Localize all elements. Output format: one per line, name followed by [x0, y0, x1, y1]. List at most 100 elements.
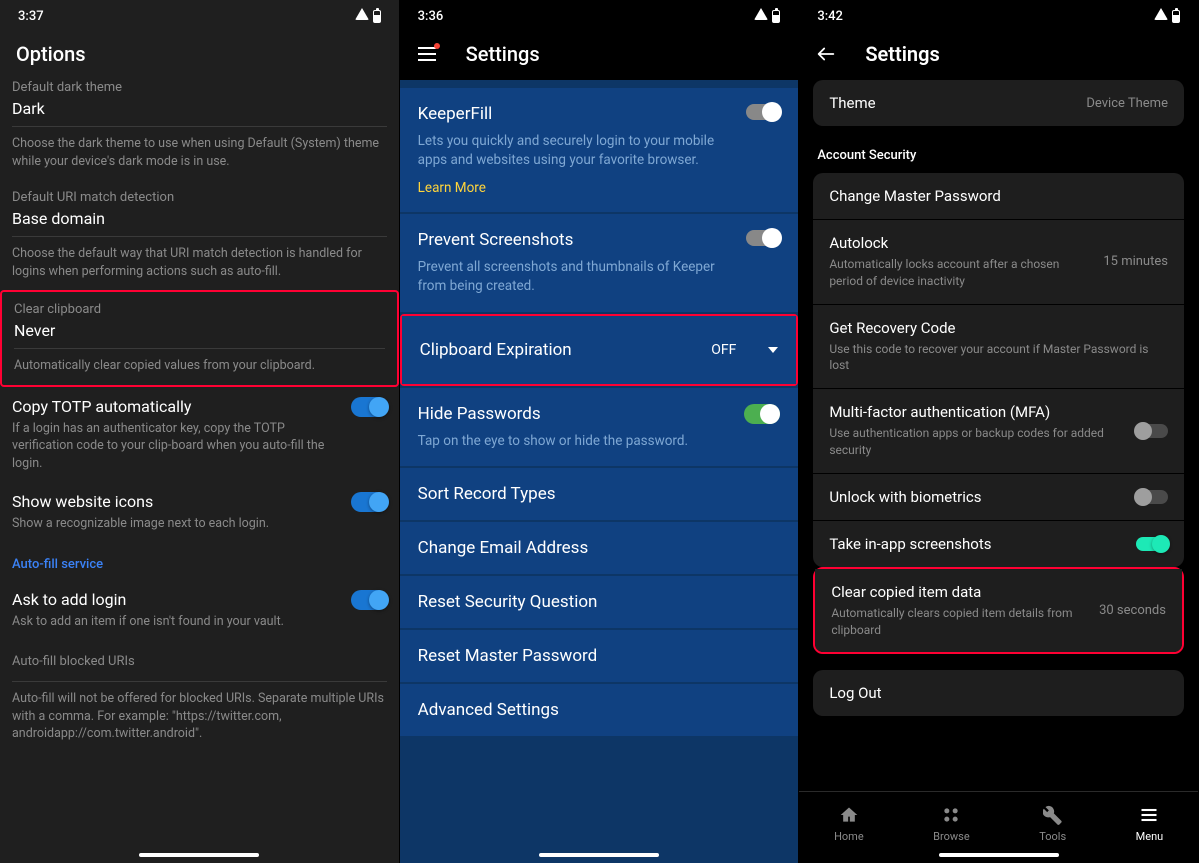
show-icons-toggle[interactable]	[351, 492, 387, 512]
app-bar: Settings	[400, 28, 799, 80]
options-content[interactable]: Default dark theme Dark Choose the dark …	[0, 80, 399, 863]
clear-clipboard-desc: Automatically clear copied values from y…	[14, 357, 385, 375]
logout-title: Log Out	[829, 684, 881, 702]
sort-records-title: Sort Record Types	[418, 484, 781, 504]
keeperfill-card[interactable]: KeeperFill Lets you quickly and securely…	[400, 88, 799, 212]
app-bar: Options	[0, 28, 399, 80]
learn-more-link[interactable]: Learn More	[418, 180, 486, 196]
nav-tools[interactable]: Tools	[1039, 804, 1066, 843]
spacer	[400, 80, 799, 88]
theme-title: Theme	[829, 94, 875, 112]
biometrics-toggle[interactable]	[1136, 490, 1168, 504]
keeperfill-title: KeeperFill	[418, 104, 747, 124]
prevent-ss-toggle[interactable]	[746, 230, 780, 246]
logout-row[interactable]: Log Out	[813, 670, 1184, 716]
dark-theme-desc: Choose the dark theme to use when using …	[12, 135, 387, 170]
nav-browse[interactable]: Browse	[933, 804, 970, 843]
divider	[12, 681, 387, 682]
biometrics-title: Unlock with biometrics	[829, 488, 981, 506]
clear-copied-desc: Automatically clears copied item details…	[831, 605, 1089, 639]
clear-copied-value: 30 seconds	[1099, 603, 1166, 618]
settings-content[interactable]: Theme Device Theme Account Security Chan…	[799, 80, 1198, 791]
screenshots-row[interactable]: Take in-app screenshots	[813, 521, 1184, 567]
biometrics-row[interactable]: Unlock with biometrics	[813, 474, 1184, 521]
hide-passwords-card[interactable]: Hide Passwords Tap on the eye to show or…	[400, 388, 799, 467]
keeperfill-desc: Lets you quickly and securely login to y…	[418, 132, 747, 170]
clear-copied-row[interactable]: Clear copied item data Automatically cle…	[815, 569, 1182, 653]
keeperfill-toggle[interactable]	[746, 104, 780, 120]
ask-add-toggle[interactable]	[351, 590, 387, 610]
copy-totp-toggle[interactable]	[351, 397, 387, 417]
screenshots-toggle[interactable]	[1136, 537, 1168, 551]
reset-security-question-row[interactable]: Reset Security Question	[400, 576, 799, 628]
back-button[interactable]	[815, 43, 837, 65]
account-security-group: Change Master Password Autolock Automati…	[813, 173, 1184, 567]
blocked-uris-header: Auto-fill blocked URIs	[0, 640, 399, 677]
blocked-uris-row[interactable]: Auto-fill will not be offered for blocke…	[0, 686, 399, 753]
home-indicator[interactable]	[939, 853, 1059, 857]
clipboard-exp-title: Clipboard Expiration	[420, 340, 572, 360]
nav-home-label: Home	[834, 830, 864, 843]
theme-value: Device Theme	[1086, 96, 1168, 111]
menu-button[interactable]	[416, 43, 438, 65]
uri-match-desc: Choose the default way that URI match de…	[12, 245, 387, 280]
arrow-left-icon	[815, 43, 837, 65]
home-indicator[interactable]	[139, 853, 259, 857]
ask-add-login-row[interactable]: Ask to add login Ask to add an item if o…	[0, 580, 399, 641]
change-master-password-row[interactable]: Change Master Password	[813, 173, 1184, 220]
blocked-uris-desc: Auto-fill will not be offered for blocke…	[12, 690, 387, 743]
autolock-row[interactable]: Autolock Automatically locks account aft…	[813, 220, 1184, 305]
clear-copied-highlight: Clear copied item data Automatically cle…	[813, 567, 1184, 655]
settings-content[interactable]: KeeperFill Lets you quickly and securely…	[400, 80, 799, 863]
notification-dot-icon	[434, 43, 440, 49]
mfa-row[interactable]: Multi-factor authentication (MFA) Use au…	[813, 389, 1184, 474]
wifi-icon	[754, 8, 768, 24]
clear-clipboard-row[interactable]: Clear clipboard Never Automatically clea…	[2, 292, 397, 385]
copy-totp-title: Copy TOTP automatically	[12, 397, 343, 416]
status-time: 3:36	[418, 9, 444, 24]
sort-record-types-row[interactable]: Sort Record Types	[400, 468, 799, 520]
menu-icon	[1138, 804, 1160, 826]
phone-keeper: 3:36 Settings KeeperFill Lets you quickl…	[400, 0, 800, 863]
mfa-toggle[interactable]	[1136, 424, 1168, 438]
status-icons	[1154, 8, 1180, 24]
prevent-screenshots-card[interactable]: Prevent Screenshots Prevent all screensh…	[400, 214, 799, 312]
clear-clipboard-label: Clear clipboard	[14, 302, 385, 317]
status-time: 3:37	[18, 9, 44, 24]
copy-totp-row[interactable]: Copy TOTP automatically If a login has a…	[0, 387, 399, 483]
screenshots-title: Take in-app screenshots	[829, 535, 991, 553]
wrench-icon	[1042, 804, 1064, 826]
nav-browse-label: Browse	[933, 830, 970, 843]
uri-match-row[interactable]: Default URI match detection Base domain …	[0, 180, 399, 290]
copy-totp-desc: If a login has an authenticator key, cop…	[12, 420, 343, 473]
autolock-title: Autolock	[829, 234, 1093, 252]
battery-icon	[772, 10, 780, 23]
recovery-code-row[interactable]: Get Recovery Code Use this code to recov…	[813, 305, 1184, 390]
ask-add-desc: Ask to add an item if one isn't found in…	[12, 613, 343, 631]
advanced-title: Advanced Settings	[418, 700, 781, 720]
status-bar: 3:36	[400, 0, 799, 28]
clipboard-expiration-row[interactable]: Clipboard Expiration OFF	[402, 316, 797, 384]
hamburger-icon	[418, 47, 436, 61]
clipboard-exp-highlight: Clipboard Expiration OFF	[400, 314, 799, 386]
clipboard-exp-dropdown[interactable]: OFF	[711, 342, 778, 358]
reset-master-password-row[interactable]: Reset Master Password	[400, 630, 799, 682]
prevent-ss-desc: Prevent all screenshots and thumbnails o…	[418, 258, 747, 296]
hide-pw-toggle[interactable]	[744, 404, 780, 424]
home-indicator[interactable]	[539, 853, 659, 857]
advanced-settings-row[interactable]: Advanced Settings	[400, 684, 799, 736]
show-icons-desc: Show a recognizable image next to each l…	[12, 515, 343, 533]
page-title: Settings	[865, 42, 939, 66]
change-email-row[interactable]: Change Email Address	[400, 522, 799, 574]
nav-home[interactable]: Home	[834, 804, 864, 843]
clipboard-exp-value: OFF	[711, 342, 736, 358]
chevron-down-icon	[768, 347, 778, 353]
phone-bitwarden: 3:37 Options Default dark theme Dark Cho…	[0, 0, 400, 863]
recovery-desc: Use this code to recover your account if…	[829, 341, 1158, 375]
nav-menu[interactable]: Menu	[1136, 804, 1164, 843]
wifi-icon	[355, 8, 369, 24]
show-icons-row[interactable]: Show website icons Show a recognizable i…	[0, 482, 399, 543]
clear-clipboard-value: Never	[14, 321, 385, 349]
default-dark-theme-row[interactable]: Default dark theme Dark Choose the dark …	[0, 80, 399, 180]
theme-row[interactable]: Theme Device Theme	[813, 80, 1184, 126]
